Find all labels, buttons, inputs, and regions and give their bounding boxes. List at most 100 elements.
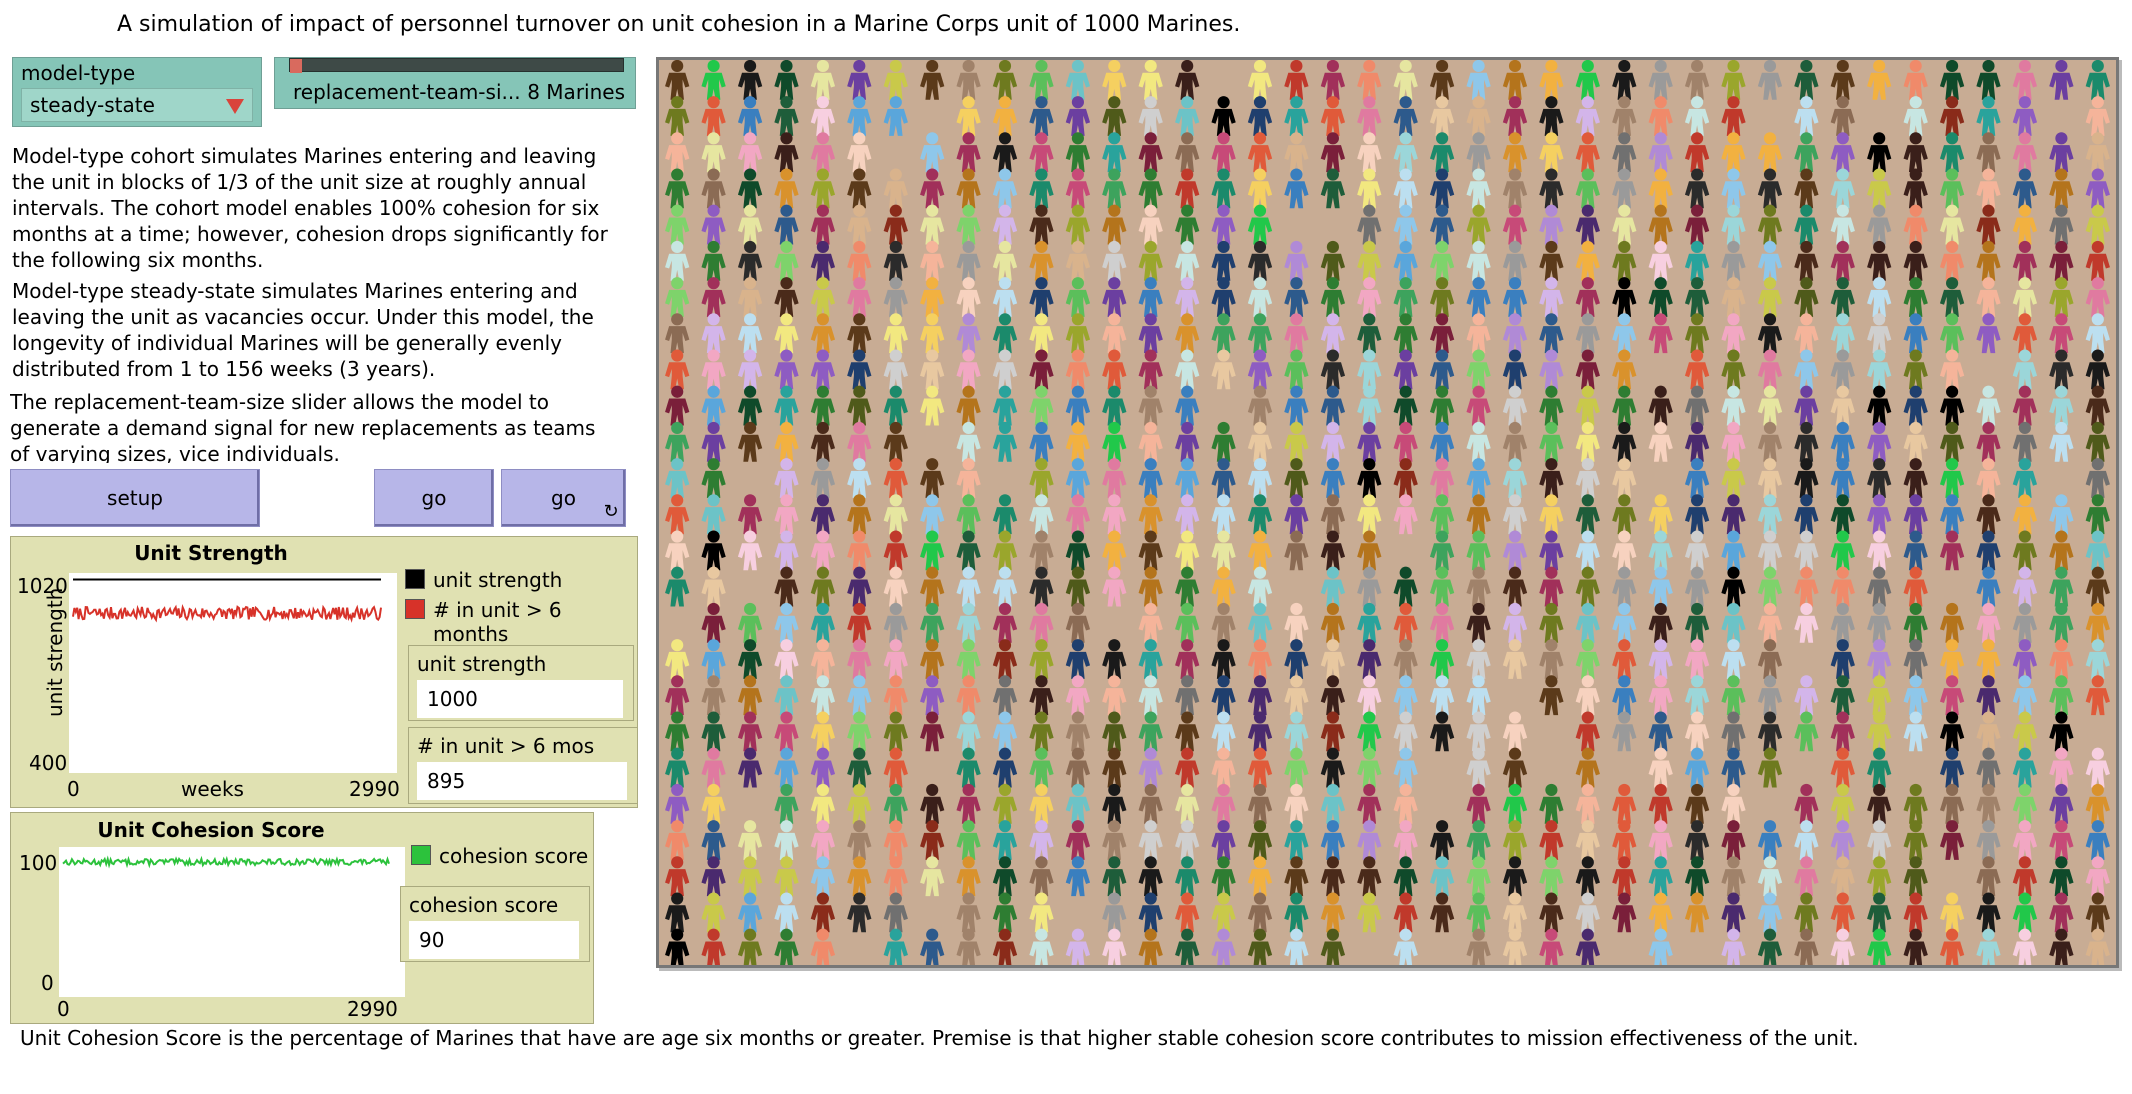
marine-person-icon — [992, 530, 1018, 571]
marine-person-icon — [1721, 204, 1746, 245]
marine-person-icon — [1830, 820, 1855, 860]
marine-person-icon — [1284, 168, 1309, 209]
marine-person-icon — [1830, 494, 1855, 535]
go-once-button[interactable]: go — [374, 469, 494, 527]
marine-person-icon — [1794, 602, 1819, 643]
monitor-value: 90 — [409, 921, 579, 959]
chooser-select[interactable]: steady-state — [21, 88, 253, 122]
slider-track[interactable] — [289, 58, 624, 73]
marine-person-icon — [2049, 783, 2074, 824]
marine-person-icon — [1320, 530, 1346, 571]
marine-person-icon — [1757, 820, 1783, 860]
marine-person-icon — [1721, 530, 1746, 571]
marine-person-icon — [883, 711, 908, 752]
marine-person-icon — [1284, 96, 1309, 136]
marine-person-icon — [1794, 204, 1819, 245]
setup-button[interactable]: setup — [10, 469, 260, 527]
marine-person-icon — [1029, 168, 1054, 209]
marine-person-icon — [956, 566, 981, 607]
marine-person-icon — [1721, 313, 1746, 354]
marine-person-icon — [737, 277, 763, 317]
marine-person-icon — [1065, 530, 1091, 571]
marine-person-icon — [992, 385, 1018, 426]
marine-person-icon — [1138, 820, 1163, 860]
marine-person-icon — [701, 675, 726, 716]
marine-person-icon — [1976, 313, 2001, 354]
marine-person-icon — [1502, 892, 1528, 933]
marine-person-icon — [956, 240, 981, 281]
marine-person-icon — [1794, 892, 1819, 933]
go-forever-button[interactable]: go ↻ — [501, 469, 626, 527]
marine-person-icon — [1357, 168, 1382, 209]
marine-person-icon — [1211, 783, 1236, 824]
marine-person-icon — [1721, 96, 1746, 136]
marine-person-icon — [1721, 602, 1746, 643]
marine-person-icon — [2049, 240, 2074, 281]
marine-person-icon — [1393, 204, 1418, 245]
marine-person-icon — [2049, 385, 2074, 426]
marine-person-icon — [1867, 783, 1892, 824]
marine-person-icon — [774, 494, 799, 535]
marine-person-icon — [920, 639, 945, 679]
marine-person-icon — [1684, 783, 1710, 824]
marine-person-icon — [2012, 132, 2038, 173]
world-view[interactable] — [656, 57, 2119, 968]
dropdown-arrow-icon[interactable] — [226, 99, 244, 114]
slider-handle[interactable] — [290, 59, 302, 73]
marine-person-icon — [1429, 204, 1455, 245]
marine-person-icon — [1357, 820, 1382, 860]
world-canvas[interactable] — [659, 60, 2116, 965]
marine-person-icon — [1903, 277, 1928, 317]
marine-person-icon — [1029, 204, 1054, 245]
marine-person-icon — [1867, 530, 1892, 571]
marine-person-icon — [1575, 783, 1600, 824]
marine-person-icon — [1029, 313, 1054, 354]
marine-person-icon — [737, 60, 763, 100]
marine-person-icon — [1357, 277, 1382, 317]
marine-person-icon — [1903, 892, 1928, 933]
marine-person-icon — [992, 711, 1018, 752]
marine-person-icon — [1648, 639, 1673, 679]
marine-person-icon — [883, 313, 908, 354]
marine-person-icon — [1065, 60, 1091, 100]
marine-person-icon — [1138, 711, 1163, 752]
marine-person-icon — [2049, 168, 2074, 209]
forever-loop-icon: ↻ — [603, 501, 619, 522]
marine-person-icon — [1976, 204, 2001, 245]
marine-person-icon — [1757, 530, 1783, 571]
marine-person-icon — [1357, 240, 1382, 281]
marine-person-icon — [956, 421, 981, 462]
marine-person-icon — [1284, 240, 1309, 281]
marine-person-icon — [1211, 494, 1236, 535]
marine-person-icon — [1721, 711, 1746, 752]
marine-person-icon — [1393, 96, 1418, 136]
marine-person-icon — [1247, 168, 1273, 209]
marine-person-icon — [920, 385, 945, 426]
monitor-value: 895 — [417, 762, 627, 800]
marine-person-icon — [1648, 820, 1673, 860]
marine-person-icon — [774, 820, 799, 860]
marine-person-icon — [1357, 783, 1382, 824]
marine-person-icon — [1721, 675, 1746, 716]
marine-person-icon — [2012, 277, 2038, 317]
marine-person-icon — [1429, 132, 1455, 173]
replacement-team-size-slider[interactable]: replacement-team-si... 8 Marines — [274, 57, 636, 109]
marine-person-icon — [1575, 602, 1600, 643]
marine-person-icon — [1466, 458, 1491, 498]
marine-person-icon — [1502, 60, 1528, 100]
model-type-chooser[interactable]: model-type steady-state — [12, 57, 262, 127]
marine-person-icon — [1721, 747, 1746, 788]
marine-person-icon — [1175, 928, 1200, 965]
marine-person-icon — [2049, 675, 2074, 716]
marine-person-icon — [992, 168, 1018, 209]
marine-person-icon — [1429, 530, 1455, 571]
marine-person-icon — [1393, 747, 1418, 788]
marine-person-icon — [1575, 530, 1600, 571]
marine-person-icon — [883, 349, 908, 390]
marine-person-icon — [810, 602, 836, 643]
marine-person-icon — [1757, 639, 1783, 679]
marine-person-icon — [1320, 711, 1346, 752]
marine-person-icon — [1466, 277, 1491, 317]
marine-person-icon — [883, 421, 908, 462]
marine-person-icon — [1211, 530, 1236, 571]
